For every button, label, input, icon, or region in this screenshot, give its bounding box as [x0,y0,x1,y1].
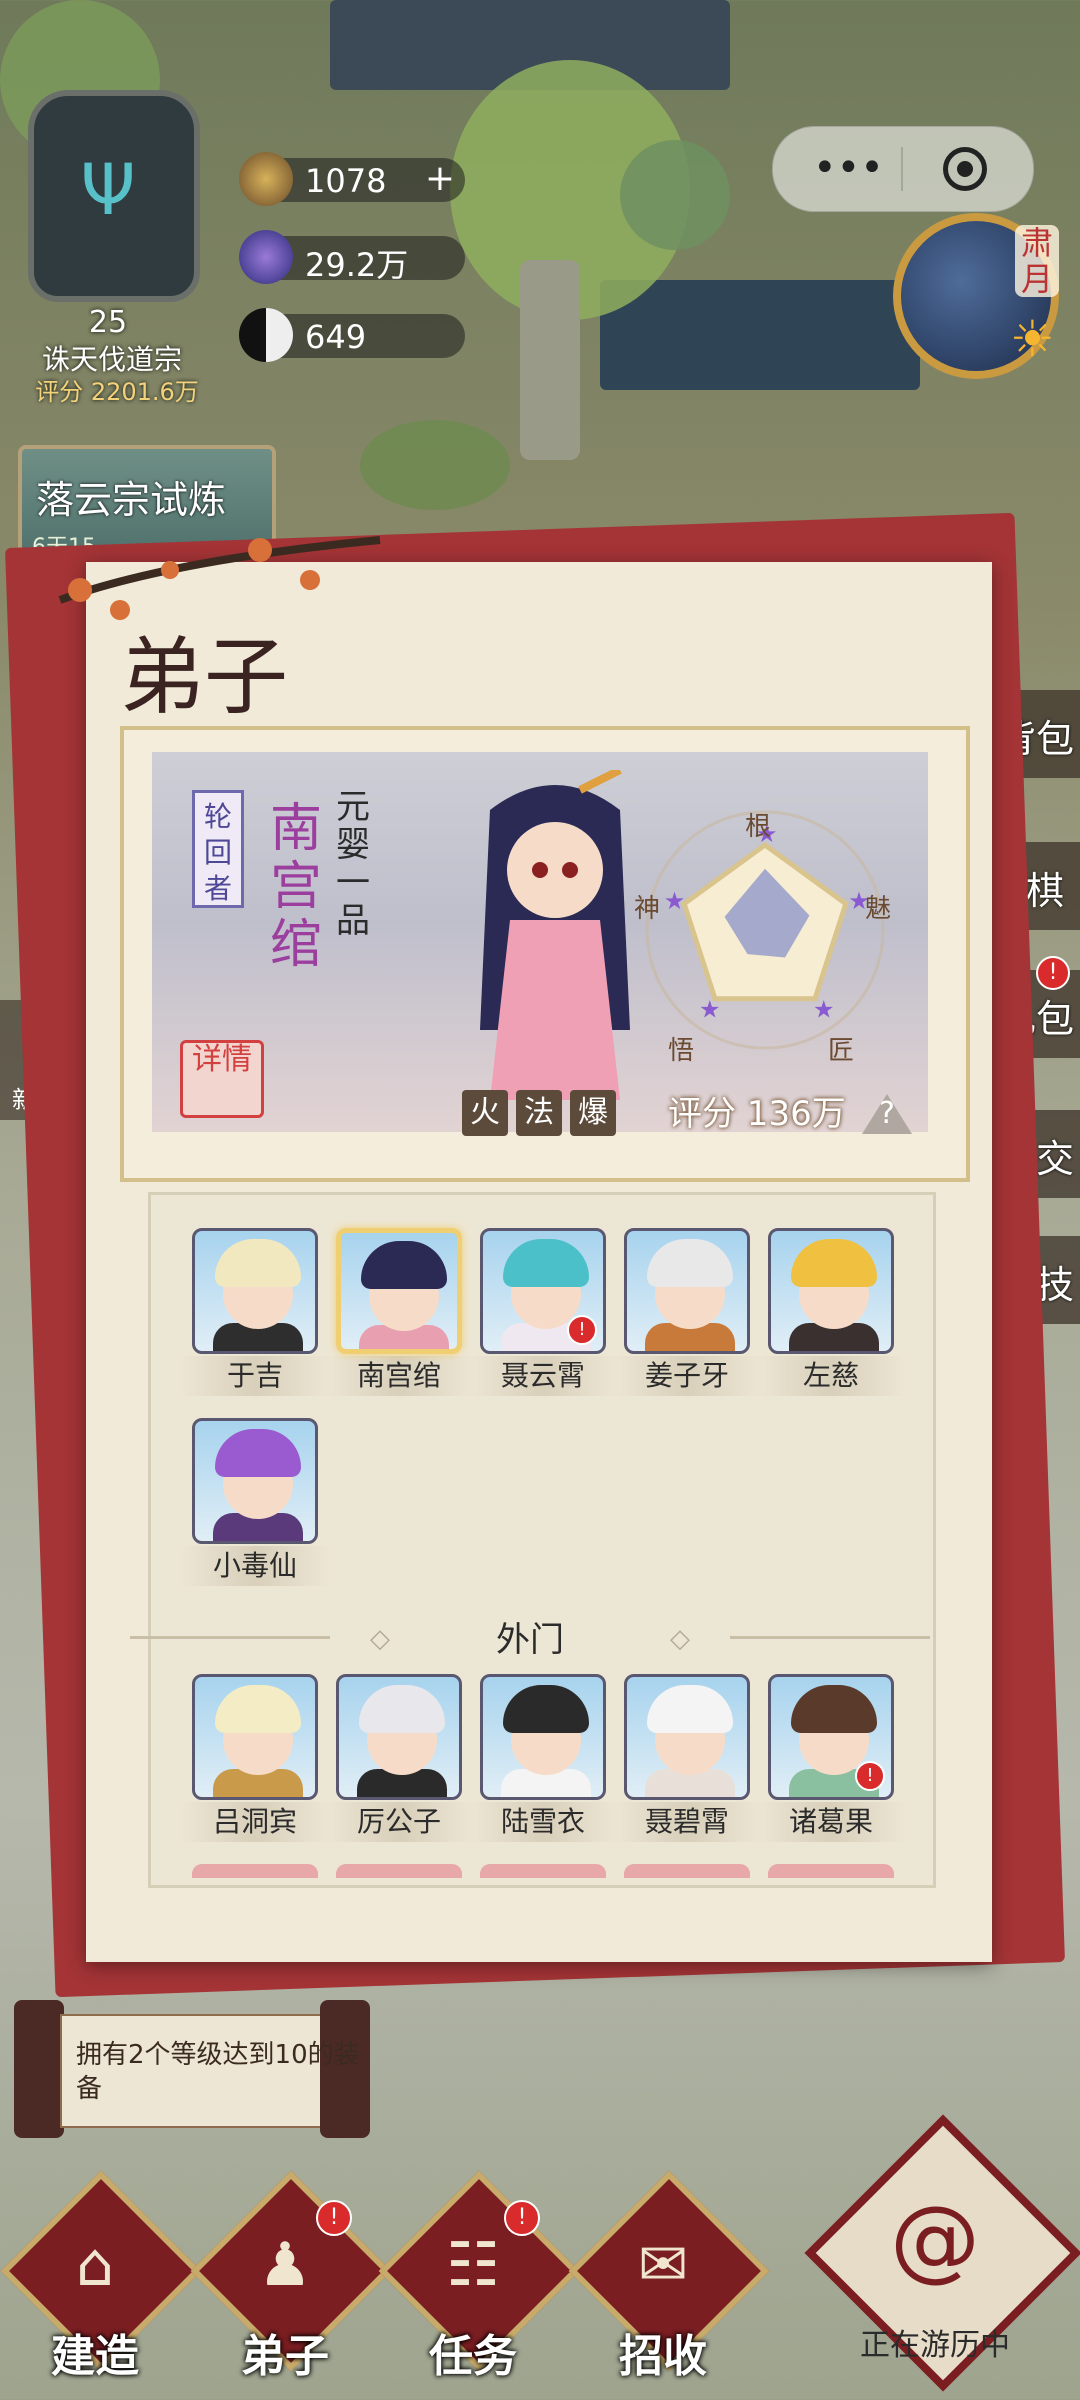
close-miniprogram-button[interactable] [943,147,987,191]
disciple-slot[interactable] [624,1228,750,1354]
disciple-name: 聂碧霄 [612,1802,762,1842]
stat-label-insight: 悟 [668,1036,695,1066]
disciple-name: 诸葛果 [756,1802,906,1842]
stat-label-spirit: 神 [634,894,661,924]
outer-disciples-header: ◇ 外门 ◇ [130,1612,930,1662]
crystal-icon [239,230,293,284]
sun-icon: ☀ [1010,310,1055,368]
disciple-slot[interactable] [480,1674,606,1800]
travel-swirl-icon: @ [890,2187,980,2292]
disciple-slot-peek [624,1864,750,1878]
disciple-name: 厉公子 [324,1802,474,1842]
trial-title: 落云宗试炼 [36,478,227,522]
recruit-card-icon: ✉ [637,2230,689,2300]
mini-program-capsule[interactable]: ••• [772,126,1034,212]
notification-badge: ! [855,1761,885,1791]
disciple-slot-peek [768,1864,894,1878]
panel-title: 弟子 [120,628,289,726]
resource-value: 1078 [305,162,387,200]
nav-disciples[interactable]: ♟ 弟子 ! [190,2170,392,2382]
disciple-slot[interactable] [192,1674,318,1800]
more-menu-button[interactable]: ••• [813,145,884,191]
disciple-slot-peek [336,1864,462,1878]
season-label: 肃月 [1015,225,1059,297]
stat-star-icon: ★ [813,995,835,1023]
sect-emblem[interactable]: Ψ 25 诛天伐道宗 评分 2201.6万 [18,90,200,406]
element-tag: 爆 [570,1090,616,1136]
sect-score: 评分 2201.6万 [35,378,199,406]
hero-score: 评分 136万 [668,1094,846,1134]
resource-value: 29.2万 [305,246,409,284]
quest-scroll[interactable]: 拥有2个等级达到10的装备 [14,2000,370,2138]
disciple-icon: ♟ [258,2230,312,2300]
disciple-name: 聂云霄 [468,1356,618,1396]
notification-badge: ! [316,2200,352,2236]
disciple-slot[interactable] [768,1228,894,1354]
disciple-slot[interactable]: ! [480,1228,606,1354]
element-tag: 法 [516,1090,562,1136]
disciple-name: 左慈 [756,1356,906,1396]
disciple-slot[interactable] [336,1674,462,1800]
disciple-name: 南宫绾 [324,1356,474,1396]
travel-button[interactable]: @ 正在游历中 [800,2110,1080,2392]
resource-crystal: 29.2万 [239,230,465,284]
nav-tasks[interactable]: ☷ 任务 ! [378,2170,580,2382]
hero-name: 南宫绾 [270,799,323,975]
notification-badge: ! [504,2200,540,2236]
detail-button[interactable]: 详情 [180,1040,264,1118]
resource-value: 649 [305,318,367,356]
add-resource-button[interactable]: + [425,158,455,199]
disciple-name: 陆雪衣 [468,1802,618,1842]
element-tag: 火 [462,1090,508,1136]
nav-label: 招收 [619,2331,707,2382]
disciple-slot-peek [192,1864,318,1878]
sect-sigil-icon: Ψ [80,149,136,231]
travel-status: 正在游历中 [860,2328,1010,2363]
stat-label-charm: 魅 [865,894,892,924]
hero-portrait [480,770,630,1100]
nav-label: 弟子 [241,2331,329,2382]
disciple-name: 于吉 [180,1356,330,1396]
notification-badge: ! [567,1315,597,1345]
yin-yang-icon [239,308,293,362]
capsule-divider [901,147,903,191]
resource-spirit-stone[interactable]: 1078 + [239,152,465,206]
nav-build[interactable]: ⌂ 建造 [0,2170,202,2382]
pavilion-icon: ⌂ [75,2230,115,2300]
disciple-slot[interactable] [192,1228,318,1354]
nav-label: 建造 [51,2331,139,2382]
nav-label: 任务 [429,2331,517,2382]
diamond-icon: ◇ [670,1624,690,1654]
disciple-slot[interactable]: ! [768,1674,894,1800]
rank-tag: 轮回者 [192,790,244,908]
sect-level: 25 [88,305,128,340]
notification-badge: ! [1036,956,1070,990]
disciple-slot[interactable] [336,1228,462,1354]
disciple-name: 吕洞宾 [180,1802,330,1842]
stat-star-icon: ★ [699,995,721,1023]
hero-realm: 元婴一品 [336,787,370,941]
stat-star-icon: ★ [664,887,686,915]
spirit-stone-icon [239,152,293,206]
stat-label-root: 根 [745,812,772,842]
disciple-name: 姜子牙 [612,1356,762,1396]
disciple-slot[interactable] [192,1418,318,1544]
nav-recruit[interactable]: ✉ 招收 [568,2170,770,2382]
resource-yin-yang: 649 [239,308,465,362]
disciple-slot[interactable] [624,1674,750,1800]
quest-text: 拥有2个等级达到10的装备 [76,2040,360,2104]
task-icon: ☷ [446,2230,500,2300]
disciple-name: 小毒仙 [180,1546,330,1586]
stat-label-craft: 匠 [828,1036,855,1066]
disciple-slot-peek [480,1864,606,1878]
